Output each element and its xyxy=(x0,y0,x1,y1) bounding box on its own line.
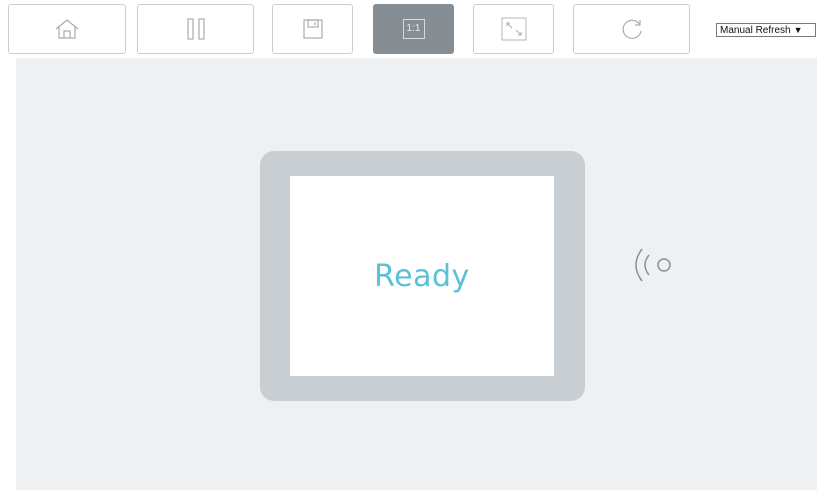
status-text: Ready xyxy=(374,258,470,294)
device-frame: Ready xyxy=(260,151,585,401)
contactless-signal-icon xyxy=(635,248,671,282)
actual-size-button[interactable]: 1:1 xyxy=(373,4,454,54)
pause-button[interactable] xyxy=(137,4,254,54)
refresh-icon xyxy=(622,19,642,39)
refresh-mode-select[interactable]: Manual Refresh ▼ xyxy=(716,23,816,37)
pause-icon xyxy=(186,18,205,40)
dropdown-arrow-icon: ▼ xyxy=(793,25,803,35)
fit-screen-button[interactable] xyxy=(473,4,554,54)
actual-size-icon: 1:1 xyxy=(402,19,425,39)
expand-icon xyxy=(501,17,526,41)
save-button[interactable] xyxy=(272,4,353,54)
home-icon xyxy=(55,19,79,39)
home-button[interactable] xyxy=(8,4,126,54)
refresh-button[interactable] xyxy=(573,4,690,54)
save-icon xyxy=(302,19,323,39)
device-stage: Ready xyxy=(16,58,817,490)
refresh-mode-value: Manual Refresh xyxy=(720,25,791,36)
device-screen: Ready xyxy=(290,176,554,376)
toolbar: 1:1 Manual Refresh ▼ xyxy=(0,0,817,58)
